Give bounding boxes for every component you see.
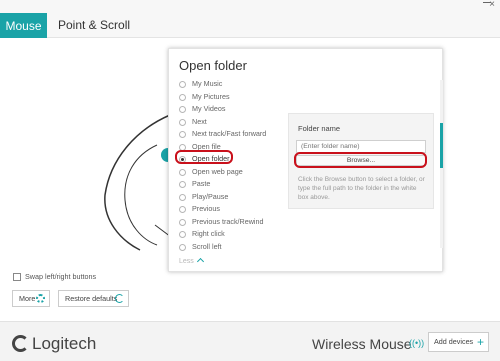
refresh-icon — [115, 294, 124, 303]
bottom-bar: Logitech Wireless Mouse ((•)) Add device… — [0, 321, 500, 361]
radio-icon[interactable] — [179, 131, 186, 138]
folder-help-text: Click the Browse button to select a fold… — [298, 176, 425, 201]
swap-checkbox[interactable] — [13, 273, 21, 282]
less-toggle[interactable]: Less — [179, 257, 204, 266]
tab-point-scroll[interactable]: Point & Scroll — [58, 12, 130, 38]
radio-icon[interactable] — [179, 193, 186, 201]
logitech-logo-icon — [12, 335, 29, 352]
list-item[interactable]: Next track/Fast forward — [178, 128, 288, 141]
logitech-logo: Logitech — [12, 334, 96, 354]
list-item[interactable]: Open web page — [178, 166, 288, 179]
selection-highlight-ring — [175, 150, 233, 164]
radio-icon[interactable] — [179, 181, 186, 188]
list-item[interactable]: Paste — [178, 178, 288, 191]
device-name: Wireless Mouse — [312, 336, 412, 352]
more-button[interactable]: More — [12, 290, 50, 307]
tab-mouse[interactable]: Mouse — [0, 13, 47, 38]
list-item[interactable]: Play/Pause — [178, 191, 288, 204]
browse-highlight-ring — [294, 152, 427, 168]
scrollbar-thumb[interactable] — [440, 123, 443, 168]
plus-icon: + — [476, 335, 484, 349]
action-list[interactable]: My Music My Pictures My Videos Next Next… — [178, 78, 288, 258]
list-item[interactable]: My Pictures — [178, 91, 288, 104]
list-item[interactable]: Scroll left — [178, 241, 288, 254]
add-devices-button[interactable]: Add devices + — [428, 332, 489, 352]
radio-icon[interactable] — [179, 218, 186, 226]
wireless-icon: ((•)) — [409, 338, 425, 348]
swap-buttons-option[interactable]: Swap left/right buttons — [13, 272, 96, 282]
radio-icon[interactable] — [179, 243, 186, 251]
radio-icon[interactable] — [179, 168, 186, 176]
panel-title: Open folder — [179, 58, 247, 73]
radio-icon[interactable] — [179, 81, 186, 88]
gear-icon — [36, 294, 45, 303]
radio-icon[interactable] — [179, 118, 186, 126]
close-icon[interactable]: × — [489, 0, 495, 10]
list-item[interactable]: My Music — [178, 78, 288, 91]
mouse-illustration — [104, 114, 175, 251]
list-item[interactable]: Previous track/Rewind — [178, 216, 288, 229]
list-item[interactable]: Right click — [178, 228, 288, 241]
radio-icon[interactable] — [179, 106, 186, 113]
restore-defaults-button[interactable]: Restore defaults — [58, 290, 129, 307]
folder-name-label: Folder name — [298, 124, 341, 133]
radio-icon[interactable] — [179, 93, 186, 101]
list-item[interactable]: My Videos — [178, 103, 288, 116]
top-bar: Mouse Point & Scroll × — [0, 0, 500, 38]
radio-icon[interactable] — [179, 231, 186, 238]
radio-icon[interactable] — [179, 206, 186, 213]
list-item[interactable]: Next — [178, 116, 288, 129]
chevron-up-icon — [196, 257, 204, 266]
list-item[interactable]: Previous — [178, 203, 288, 216]
